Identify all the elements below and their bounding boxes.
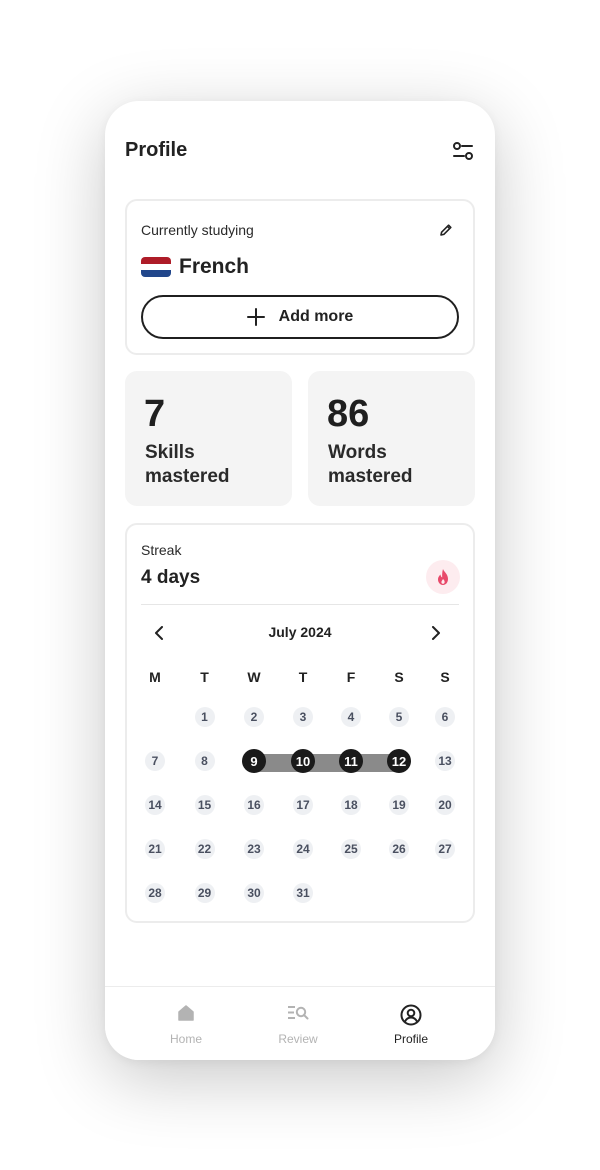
home-icon: [178, 1005, 194, 1021]
calendar-day[interactable]: 24: [293, 839, 313, 859]
pencil-icon: [440, 224, 452, 236]
plus-icon: [246, 308, 265, 326]
calendar-day[interactable]: 19: [389, 795, 409, 815]
divider: [141, 604, 459, 605]
weekday-header: M: [149, 669, 161, 685]
weekday-header: T: [298, 669, 308, 685]
calendar-day[interactable]: 7: [145, 751, 165, 771]
skills-label: Skills mastered: [145, 442, 230, 487]
add-language-button[interactable]: Add more: [141, 295, 459, 339]
calendar-day[interactable]: 21: [145, 839, 165, 859]
calendar-day[interactable]: 5: [389, 707, 409, 727]
page-title: Profile: [125, 139, 188, 161]
calendar-day[interactable]: 28: [145, 883, 165, 903]
calendar-day[interactable]: 2: [244, 707, 264, 727]
add-language-label: Add more: [278, 308, 354, 325]
tab-home[interactable]: Home: [141, 987, 231, 1060]
calendar-day[interactable]: 26: [389, 839, 409, 859]
edit-language-button[interactable]: [435, 219, 457, 241]
calendar-day[interactable]: 6: [435, 707, 455, 727]
profile-icon: [400, 1004, 422, 1026]
review-search-icon: [288, 1006, 309, 1020]
skills-stat-card: 7 Skills mastered: [125, 371, 292, 506]
sliders-icon: [453, 142, 473, 160]
streak-badge: [426, 560, 460, 594]
calendar-day[interactable]: 15: [194, 795, 215, 815]
calendar-day[interactable]: 31: [293, 883, 313, 903]
calendar-day-streak[interactable]: 10: [291, 749, 315, 773]
words-stat-card: 86 Words mastered: [308, 371, 475, 506]
calendar-day[interactable]: 18: [341, 795, 361, 815]
calendar-day[interactable]: 14: [145, 795, 165, 815]
calendar-day[interactable]: 3: [293, 707, 313, 727]
calendar-day[interactable]: 25: [341, 839, 361, 859]
calendar-day[interactable]: 4: [341, 707, 361, 727]
calendar-day[interactable]: 20: [435, 795, 455, 815]
bottom-tab-bar: Home Review Profile: [105, 986, 495, 1060]
calendar-day[interactable]: 1: [194, 707, 215, 727]
calendar-day[interactable]: 8: [194, 751, 215, 771]
tab-profile-label: Profile: [393, 1032, 428, 1046]
chevron-right-icon: [432, 626, 440, 640]
streak-value: 4 days: [141, 567, 201, 588]
skills-count: 7: [144, 393, 166, 435]
calendar-day[interactable]: 16: [244, 795, 264, 815]
flame-icon: [438, 569, 448, 585]
calendar-day[interactable]: 29: [194, 883, 215, 903]
weekday-header: S: [440, 669, 450, 685]
calendar-day[interactable]: 22: [194, 839, 215, 859]
calendar-day-streak[interactable]: 11: [339, 749, 363, 773]
tab-review[interactable]: Review: [253, 987, 343, 1060]
language-name: French: [179, 255, 250, 278]
calendar-day[interactable]: 27: [435, 839, 455, 859]
phone-screen: Profile Currently studying French Add mo…: [105, 101, 495, 1060]
weekday-header: W: [247, 669, 261, 685]
calendar-day[interactable]: 30: [244, 883, 264, 903]
weekday-header: S: [394, 669, 404, 685]
calendar-month: July 2024: [268, 624, 332, 640]
studying-label: Currently studying: [141, 222, 254, 238]
streak-range-bar: [254, 754, 404, 772]
streak-card: Streak 4 days July 2024 MTWTFSS123456789…: [125, 523, 475, 923]
calendar-day[interactable]: 17: [293, 795, 313, 815]
tab-review-label: Review: [278, 1032, 318, 1046]
flag-icon: [141, 257, 171, 277]
calendar-day[interactable]: 23: [244, 839, 264, 859]
tab-profile[interactable]: Profile: [366, 987, 456, 1060]
calendar-day[interactable]: 13: [435, 751, 455, 771]
tab-home-label: Home: [169, 1032, 202, 1046]
words-label: Words mastered: [328, 442, 413, 487]
streak-label: Streak: [141, 542, 182, 558]
studying-card: Currently studying French Add more: [125, 199, 475, 355]
words-count: 86: [327, 393, 370, 435]
calendar-day-streak[interactable]: 9: [242, 749, 266, 773]
settings-button[interactable]: [449, 137, 477, 165]
calendar-day-streak[interactable]: 12: [387, 749, 411, 773]
weekday-header: T: [200, 669, 209, 685]
next-month-button[interactable]: [424, 621, 448, 645]
weekday-header: F: [346, 669, 356, 685]
